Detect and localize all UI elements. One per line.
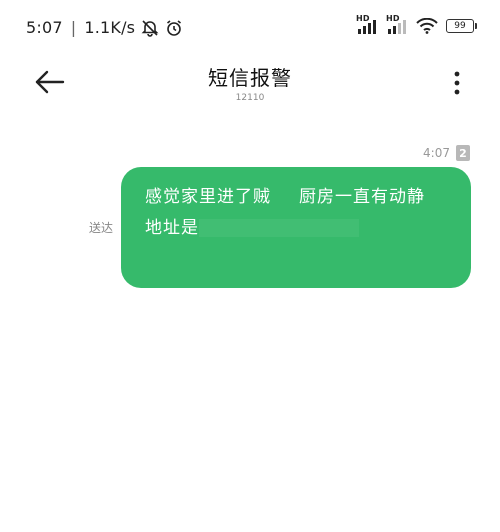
signal-icon: HD: [386, 14, 408, 34]
sim-slot-badge: 2: [456, 145, 470, 161]
conversation-header: 短信报警 12110: [0, 62, 500, 103]
battery-icon: 99: [446, 19, 477, 33]
conversation-number: 12110: [235, 93, 265, 103]
message-text-part-1: 感觉家里进了贼: [145, 187, 271, 207]
status-left: 5:07 | 1.1K/s: [26, 18, 183, 37]
signal-icon: HD: [356, 14, 378, 34]
alarm-clock-icon: [165, 19, 183, 37]
app-bar: 短信报警 12110: [0, 56, 500, 108]
message-meta: 4:07 2: [423, 145, 470, 161]
network-speed: 1.1K/s: [84, 18, 136, 37]
conversation-title: 短信报警: [208, 66, 292, 90]
battery-level: 99: [454, 21, 466, 31]
redacted-address: [199, 219, 359, 237]
message-time: 4:07: [423, 146, 450, 160]
status-separator: |: [70, 18, 77, 37]
delivery-status: 送达: [89, 221, 114, 235]
status-right: HD HD 99: [356, 14, 477, 34]
more-options-button[interactable]: [452, 70, 462, 96]
wifi-icon: [416, 18, 438, 34]
message-line-2: 地址是: [145, 213, 449, 244]
status-time: 5:07: [26, 18, 63, 37]
message-line-1: 感觉家里进了贼 厨房一直有动静: [145, 182, 449, 213]
message-text-part-2: 厨房一直有动静: [299, 187, 425, 207]
sent-message-bubble[interactable]: 感觉家里进了贼 厨房一直有动静 地址是: [121, 167, 471, 288]
status-bar: 5:07 | 1.1K/s HD HD 99: [0, 0, 500, 56]
bell-muted-icon: [141, 19, 159, 37]
more-vertical-icon: [454, 71, 460, 95]
message-text-address: 地址是: [145, 218, 199, 238]
